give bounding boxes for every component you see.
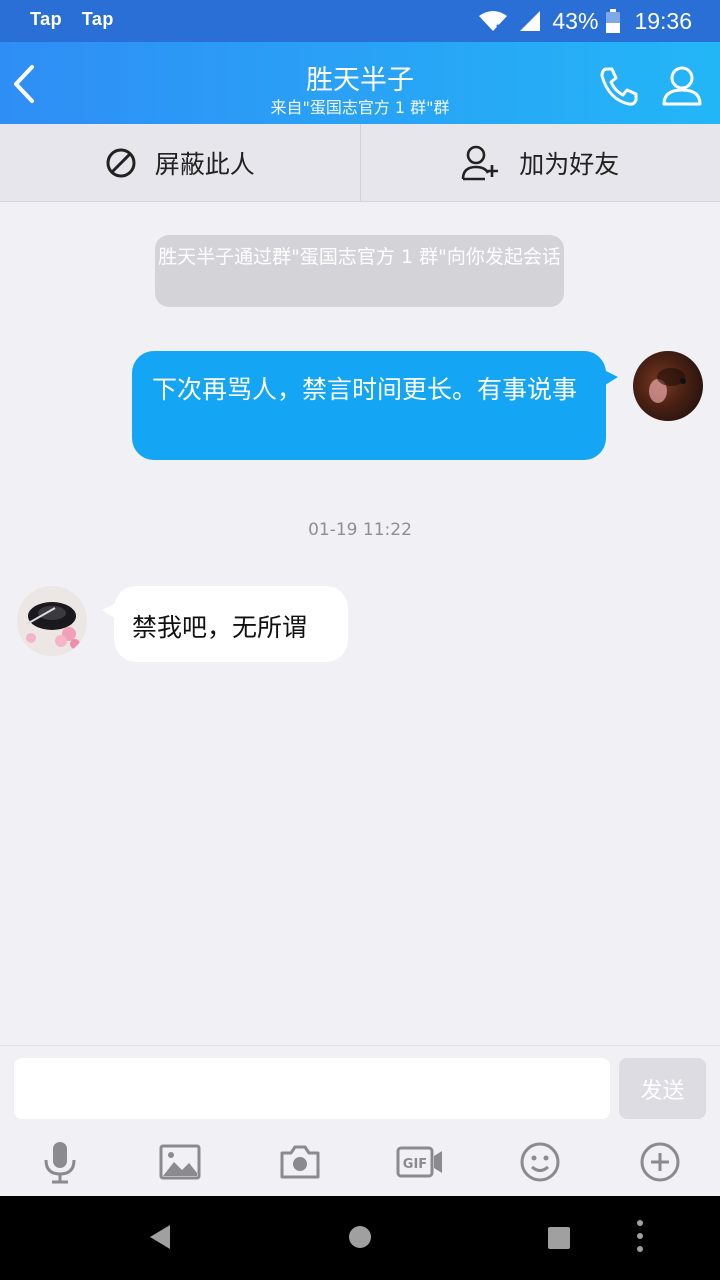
incoming-message-text: 禁我吧，无所谓 bbox=[132, 613, 308, 642]
microphone-icon[interactable] bbox=[36, 1138, 84, 1186]
wifi-icon bbox=[478, 10, 508, 32]
contact-photo bbox=[17, 586, 87, 656]
send-button[interactable]: 发送 bbox=[619, 1058, 706, 1119]
my-avatar[interactable] bbox=[633, 351, 703, 421]
block-icon bbox=[105, 147, 137, 179]
profile-button[interactable] bbox=[660, 64, 704, 108]
clock: 19:36 bbox=[634, 7, 692, 34]
image-icon[interactable] bbox=[156, 1138, 204, 1186]
message-timestamp: 01-19 11:22 bbox=[308, 520, 412, 540]
contact-avatar[interactable] bbox=[17, 586, 87, 656]
system-nav-bar bbox=[0, 1196, 720, 1280]
nav-back-icon[interactable] bbox=[148, 1223, 172, 1251]
outgoing-message-bubble[interactable]: 下次再骂人，禁言时间更长。有事说事 bbox=[132, 351, 618, 460]
chat-header: 胜天半子 来自"蛋国志官方 1 群"群 bbox=[0, 42, 720, 124]
nav-home-icon[interactable] bbox=[348, 1225, 372, 1249]
incoming-message-bubble[interactable]: 禁我吧，无所谓 bbox=[102, 586, 348, 662]
gif-icon[interactable]: GIF bbox=[396, 1138, 444, 1186]
outgoing-message-text: 下次再骂人，禁言时间更长。有事说事 bbox=[152, 375, 578, 404]
status-right: 43% 19:36 bbox=[478, 6, 692, 36]
nav-recents-icon[interactable] bbox=[548, 1227, 570, 1249]
composer-toolbar: GIF bbox=[0, 1138, 720, 1186]
tap-app-icon: Tap bbox=[30, 9, 63, 29]
status-bar: Tap Tap 43% 19:36 bbox=[0, 0, 720, 42]
svg-text:GIF: GIF bbox=[403, 1157, 427, 1172]
plus-icon[interactable] bbox=[636, 1138, 684, 1186]
phone-icon bbox=[600, 67, 638, 106]
block-user-button[interactable]: 屏蔽此人 bbox=[0, 124, 360, 201]
battery-percent: 43% bbox=[552, 7, 599, 34]
message-input[interactable] bbox=[14, 1058, 610, 1119]
status-app-icons: Tap Tap bbox=[30, 9, 128, 30]
person-icon bbox=[662, 66, 702, 106]
dog-photo bbox=[649, 368, 686, 403]
add-person-icon bbox=[461, 145, 501, 181]
battery-icon bbox=[606, 9, 621, 33]
action-bar: 屏蔽此人 加为好友 bbox=[0, 124, 720, 202]
block-user-label: 屏蔽此人 bbox=[154, 149, 255, 179]
composer: 发送 GIF bbox=[0, 1045, 720, 1196]
emoji-icon[interactable] bbox=[516, 1138, 564, 1186]
tap-app-icon: Tap bbox=[81, 9, 114, 29]
call-button[interactable] bbox=[597, 64, 641, 108]
add-friend-label: 加为好友 bbox=[519, 149, 620, 179]
nav-more-icon[interactable] bbox=[635, 1218, 645, 1254]
system-message: 胜天半子通过群"蛋国志官方 1 群"向你发起会话 bbox=[155, 235, 564, 307]
add-friend-button[interactable]: 加为好友 bbox=[359, 124, 720, 201]
camera-icon[interactable] bbox=[276, 1138, 324, 1186]
signal-icon bbox=[518, 10, 542, 32]
